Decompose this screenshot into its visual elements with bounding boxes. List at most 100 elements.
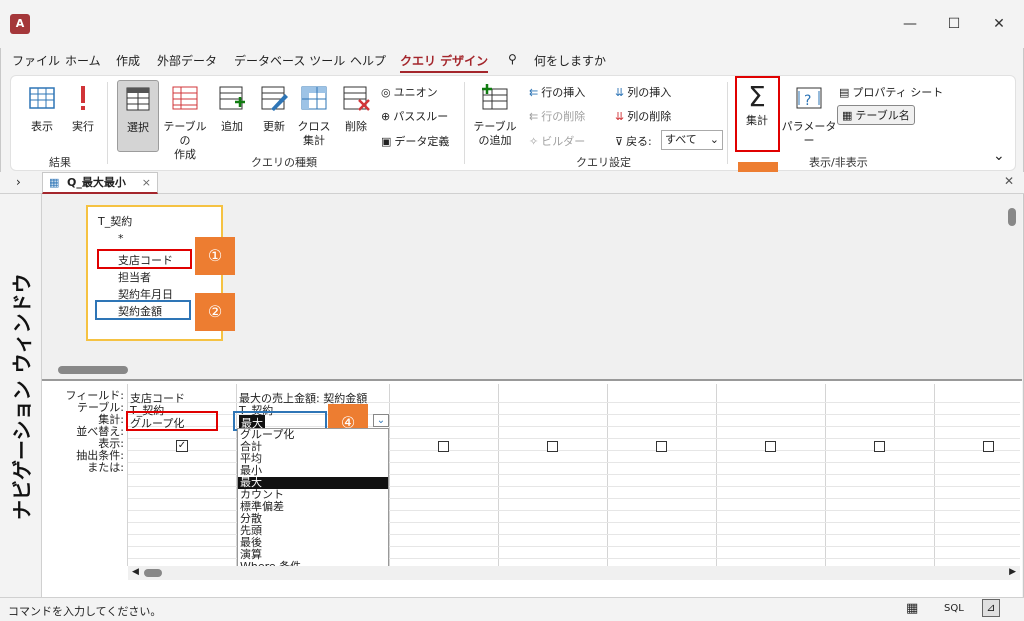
select-query-button[interactable]: 選択	[117, 80, 159, 152]
col2-total-dropdown-button[interactable]: ⌄	[373, 414, 389, 427]
delete-row-icon: ⇇	[529, 109, 539, 123]
field-staff[interactable]: 担当者	[118, 269, 151, 285]
highlight-branch-code	[97, 249, 192, 269]
insert-row-icon: ⇇	[529, 85, 539, 99]
highlight-group-by	[126, 411, 218, 431]
expand-nav-icon[interactable]: ›	[16, 175, 21, 189]
grid-column-line	[498, 384, 499, 566]
highlight-contract-amount	[95, 300, 191, 320]
parameters-button[interactable]: ? パラメーター	[781, 84, 837, 148]
property-sheet-icon: ▤	[839, 85, 850, 99]
tab-file[interactable]: ファイル	[12, 52, 60, 69]
group-label-query-setup: クエリ設定	[576, 156, 631, 169]
query-document-tab[interactable]: ▦ Q_最大最小 ×	[42, 172, 158, 194]
callout-2: ②	[195, 293, 235, 331]
delete-row-button[interactable]: ⇇ 行の削除	[529, 108, 585, 124]
scroll-thumb[interactable]	[144, 569, 162, 577]
field-list-title: T_契約	[98, 215, 133, 228]
sql-view-button[interactable]: SQL	[944, 603, 964, 614]
delete-column-icon: ⇊	[615, 109, 625, 123]
scroll-thumb[interactable]	[58, 366, 128, 374]
title-bar: A — ☐ ✕	[0, 0, 1024, 48]
group-label-query-type: クエリの種類	[251, 156, 317, 169]
col4-show-checkbox[interactable]	[547, 441, 558, 452]
grid-column-line	[825, 384, 826, 566]
update-button[interactable]: 更新	[257, 84, 291, 134]
row-label-or: または:	[87, 461, 124, 474]
datasheet-view-icon	[29, 87, 55, 109]
return-select[interactable]: すべて ⌄	[661, 130, 723, 150]
field-all[interactable]: *	[118, 232, 124, 245]
col5-show-checkbox[interactable]	[656, 441, 667, 452]
col6-show-checkbox[interactable]	[765, 441, 776, 452]
update-pencil-icon	[261, 86, 288, 111]
insert-column-icon: ⇊	[615, 85, 625, 99]
datasheet-view-status-icon[interactable]: ▦	[906, 601, 918, 616]
add-table-button[interactable]: テーブル の追加	[473, 84, 517, 148]
tell-me-search[interactable]: 何をしますか	[534, 52, 606, 69]
group-divider	[464, 82, 465, 164]
run-button[interactable]: 実行	[67, 84, 99, 134]
delete-column-button[interactable]: ⇊ 列の削除	[615, 108, 671, 124]
maximize-button[interactable]: ☐	[940, 12, 968, 36]
access-logo-icon: A	[10, 14, 30, 34]
group-label-results: 結果	[49, 156, 71, 169]
status-text: コマンドを入力してください。	[8, 605, 162, 618]
union-button[interactable]: ◎ ユニオン	[381, 84, 438, 100]
property-sheet-button[interactable]: ▤ プロパティ シート	[839, 84, 943, 100]
table-names-button[interactable]: ▦ テーブル名	[837, 105, 915, 125]
append-button[interactable]: 追加	[215, 84, 249, 134]
crosstab-button[interactable]: クロス 集計	[297, 84, 331, 148]
tab-database-tools[interactable]: データベース ツール	[234, 52, 345, 69]
return-label: ⊽ 戻る:	[615, 134, 652, 149]
grid-row-labels: フィールド: テーブル: 集計: 並べ替え: 表示: 抽出条件: または:	[42, 390, 125, 474]
ribbon: 表示 実行 結果 選択 テーブルの 作成 追加 更新 クロス 集計 削除 ◎ ユニ…	[10, 75, 1016, 171]
close-document-icon[interactable]: ✕	[1004, 174, 1014, 188]
close-button[interactable]: ✕	[985, 12, 1013, 36]
col1-show-checkbox[interactable]: ✓	[176, 440, 188, 452]
collapse-ribbon-icon[interactable]: ⌄	[993, 148, 1005, 164]
query-icon: ▦	[49, 176, 60, 189]
col7-show-checkbox[interactable]	[874, 441, 885, 452]
globe-icon: ⊕	[381, 109, 391, 123]
design-view-status-icon[interactable]: ⊿	[982, 599, 1000, 617]
insert-row-button[interactable]: ⇇ 行の挿入	[529, 84, 585, 100]
document-tab-bar: › ▦ Q_最大最小 × ✕	[0, 172, 1024, 194]
builder-button[interactable]: ✧ ビルダー	[529, 133, 585, 149]
insert-column-button[interactable]: ⇊ 列の挿入	[615, 84, 671, 100]
passthrough-button[interactable]: ⊕ パススルー	[381, 108, 448, 124]
grid-column-line	[607, 384, 608, 566]
group-divider	[727, 82, 728, 164]
highlight-totals	[735, 76, 780, 152]
close-tab-icon[interactable]: ×	[142, 173, 151, 193]
grid-column-line	[934, 384, 935, 566]
make-table-button[interactable]: テーブルの 作成	[161, 84, 209, 162]
search-icon[interactable]: ⚲	[508, 52, 517, 66]
group-label-show-hide: 表示/非表示	[809, 156, 868, 169]
total-dropdown-list[interactable]: グループ化 合計 平均 最小 最大 カウント 標準偏差 分散 先頭 最後 演算 …	[237, 428, 389, 573]
scroll-thumb[interactable]	[1008, 208, 1016, 226]
data-definition-button[interactable]: ▣ データ定義	[381, 133, 449, 149]
add-table-icon	[482, 84, 508, 110]
delete-query-button[interactable]: 削除	[339, 84, 373, 134]
tab-home[interactable]: ホーム	[65, 52, 101, 69]
tab-create[interactable]: 作成	[116, 52, 140, 69]
tab-query-design[interactable]: クエリ デザイン	[400, 52, 489, 73]
view-button[interactable]: 表示	[25, 84, 59, 134]
upper-horizontal-scrollbar[interactable]	[42, 363, 1004, 377]
upper-vertical-scrollbar[interactable]	[1004, 194, 1020, 365]
grid-column-line	[716, 384, 717, 566]
col3-show-checkbox[interactable]	[438, 441, 449, 452]
make-table-icon	[172, 86, 198, 110]
delete-x-icon	[343, 86, 370, 111]
col8-show-checkbox[interactable]	[983, 441, 994, 452]
scroll-right-icon[interactable]: ▶	[1009, 567, 1016, 577]
svg-text:?: ?	[804, 93, 811, 109]
minimize-button[interactable]: —	[896, 12, 924, 36]
scroll-left-icon[interactable]: ◀	[132, 567, 139, 577]
return-filter-icon: ⊽	[615, 134, 624, 148]
grid-horizontal-scrollbar[interactable]: ◀ ▶	[128, 566, 1020, 580]
group-divider	[107, 82, 108, 164]
tab-help[interactable]: ヘルプ	[350, 52, 386, 69]
tab-external-data[interactable]: 外部データ	[157, 52, 217, 69]
